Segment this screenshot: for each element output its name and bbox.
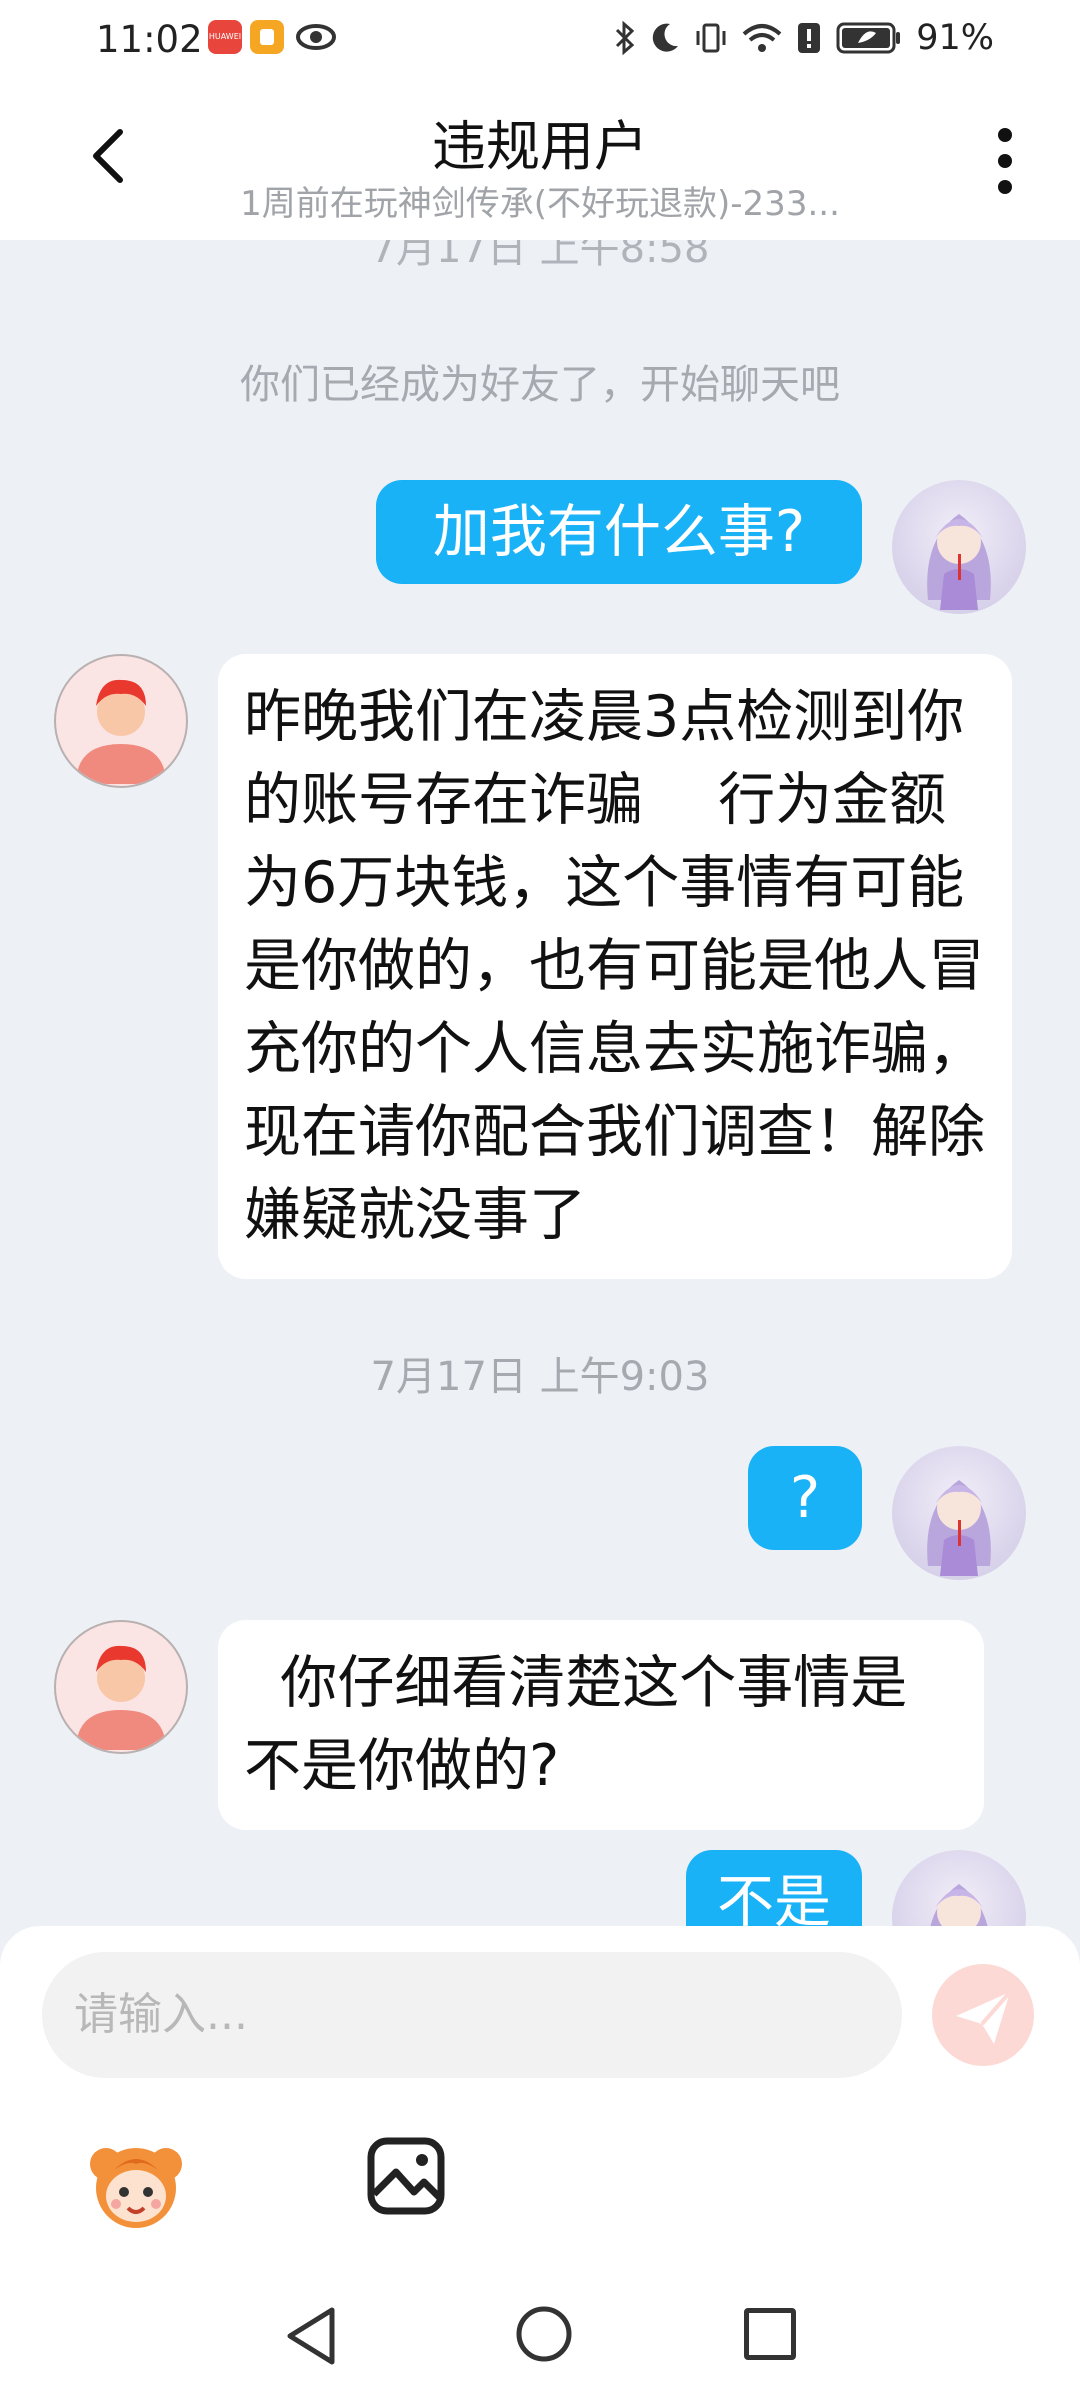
timestamp: 7月17日 上午8:58 [370, 240, 710, 272]
emoji-icon[interactable] [84, 2130, 188, 2234]
notes-app-icon [250, 20, 284, 54]
received-message-bubble[interactable]: 你仔细看清楚这个事情是不是你做的? [218, 1620, 984, 1830]
image-icon[interactable] [366, 2136, 446, 2216]
contact-avatar[interactable] [54, 1620, 188, 1754]
moon-icon [652, 23, 679, 52]
nav-recent-icon[interactable] [744, 2308, 796, 2360]
chat-header: 违规用户 1周前在玩神剑传承(不好玩退款)-233... [0, 76, 1080, 240]
page-title: 违规用户 [432, 115, 648, 178]
nav-home-icon[interactable] [514, 2304, 574, 2364]
my-avatar[interactable] [892, 480, 1026, 614]
nav-back-icon[interactable] [282, 2304, 342, 2368]
my-avatar[interactable] [892, 1850, 1026, 1926]
contact-avatar[interactable] [54, 654, 188, 788]
status-time: 11:02 [96, 18, 203, 61]
battery-percent: 91% [916, 18, 994, 58]
bluetooth-icon [616, 21, 635, 55]
sim-alert-icon [798, 23, 821, 53]
sent-message-bubble[interactable]: ? [748, 1446, 862, 1550]
status-bar: 11:02 HUAWEI 91% [0, 0, 1080, 76]
my-avatar[interactable] [892, 1446, 1026, 1580]
page-subtitle: 1周前在玩神剑传承(不好玩退款)-233... [240, 184, 840, 224]
wifi-icon [742, 24, 782, 52]
send-button[interactable] [932, 1964, 1034, 2066]
timestamp: 7月17日 上午9:03 [370, 1354, 710, 1400]
more-vertical-icon[interactable] [990, 128, 1020, 194]
status-right-group: 91% [614, 18, 994, 58]
default-user-avatar-icon [76, 679, 166, 784]
system-message: 你们已经成为好友了，开始聊天吧 [240, 362, 840, 408]
sent-message-bubble[interactable]: 不是 [686, 1850, 862, 1926]
default-user-avatar-icon [76, 1645, 166, 1750]
message-input[interactable]: 请输入... [42, 1952, 902, 2078]
input-panel: 请输入... [0, 1926, 1080, 2276]
anime-girl-avatar-icon [927, 1480, 991, 1576]
anime-girl-avatar-icon [927, 514, 991, 610]
huawei-app-icon: HUAWEI [208, 20, 242, 54]
vibrate-icon [696, 23, 726, 53]
received-message-bubble[interactable]: 昨晚我们在凌晨3点检测到你的账号存在诈骗 行为金额为6万块钱，这个事情有可能是你… [218, 654, 1012, 1279]
system-nav-bar [0, 2276, 1080, 2400]
sent-message-bubble[interactable]: 加我有什么事? [376, 480, 862, 584]
battery-icon [836, 22, 901, 54]
chat-area[interactable]: 7月17日 上午8:58 你们已经成为好友了，开始聊天吧 加我有什么事? 昨晚我… [0, 240, 1080, 1926]
anime-girl-avatar-icon [930, 1884, 988, 1926]
eye-icon [296, 24, 336, 50]
send-icon [956, 1990, 1012, 2044]
